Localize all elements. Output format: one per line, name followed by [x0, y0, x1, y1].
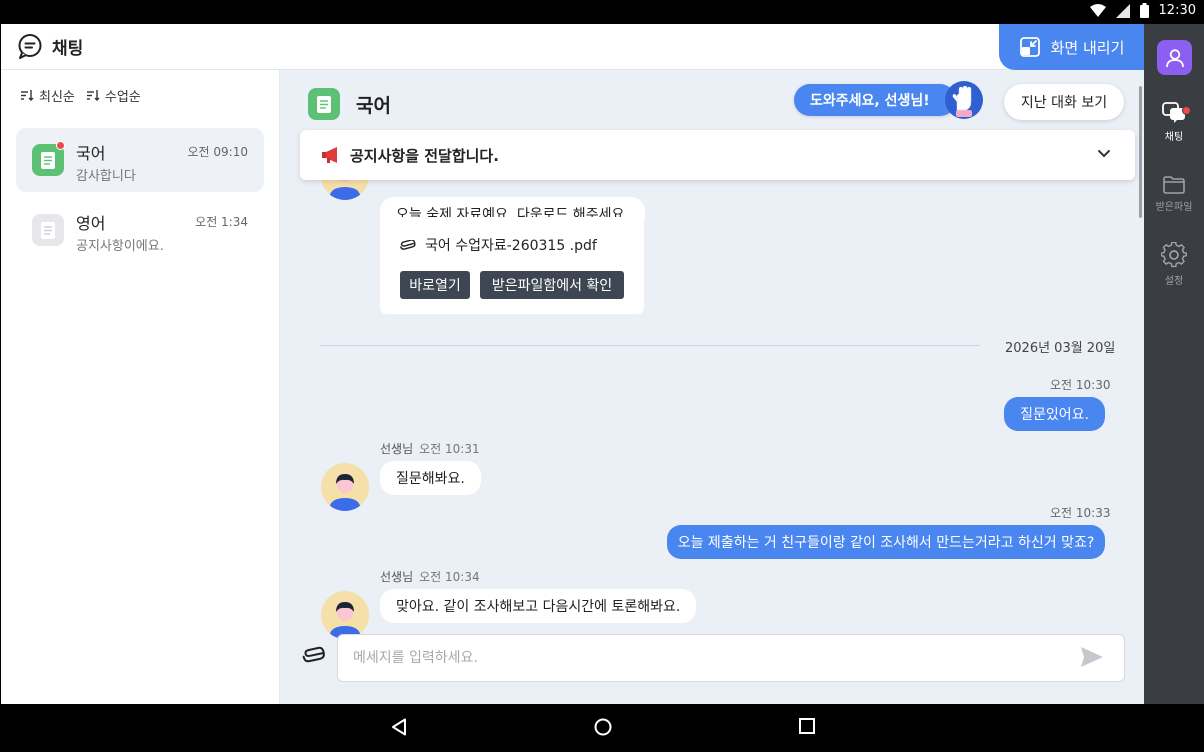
chat-bubble-icon [18, 34, 42, 59]
rail-item-chat[interactable]: 채팅 [1144, 102, 1204, 143]
page-title: 채팅 [52, 38, 84, 59]
date-label: 2026년 03월 20일 [1005, 341, 1116, 356]
minimize-screen-button[interactable]: 화면 내리기 [999, 24, 1144, 70]
minimize-window-icon [1019, 37, 1040, 57]
screen: 12:30 채팅 화면 내리기 최신순 수업순 국어 오전 09:10 감사합니… [0, 0, 1204, 752]
room-name: 국어 [76, 144, 106, 163]
room-time: 오전 1:34 [195, 215, 248, 229]
message-bubble: 질문해봐요. [380, 461, 481, 495]
room-last-message: 공지사항이에요. [76, 239, 164, 254]
room-list-pane: 최신순 수업순 국어 오전 09:10 감사합니다 영어 오전 1:34 공지사… [1, 70, 280, 704]
status-bar: 12:30 [0, 0, 1204, 24]
help-teacher-button[interactable]: 도와주세요, 선생님! [794, 84, 956, 116]
room-time: 오전 09:10 [187, 145, 248, 159]
message-bubble: 맞아요. 같이 조사해보고 다음시간에 토론해봐요. [380, 589, 697, 623]
folder-icon [1163, 176, 1185, 194]
minimize-label: 화면 내리기 [1050, 38, 1125, 57]
chevron-down-icon[interactable] [1097, 147, 1111, 161]
file-attachment-card: 국어 수업자료-260315 .pdf 바로열기 받은파일함에서 확인 [380, 217, 644, 314]
sort-icon [86, 90, 100, 101]
unread-badge [56, 141, 65, 150]
notice-text: 공지사항을 전달합니다. [350, 146, 499, 165]
sender-name: 선생님 [380, 442, 414, 456]
message-text: 질문해봐요. [396, 471, 465, 487]
open-file-label: 바로열기 [409, 278, 461, 294]
message-text: 맞아요. 같이 조사해보고 다음시간에 토론해봐요. [396, 599, 681, 615]
signal-icon [1115, 3, 1130, 18]
chat-room-header: 국어 [308, 88, 391, 120]
my-message-bubble: 오늘 제출하는 거 친구들이랑 같이 조사해서 만드는거라고 하신거 맞죠? [667, 525, 1105, 559]
view-in-inbox-button[interactable]: 받은파일함에서 확인 [480, 271, 624, 299]
date-divider [320, 345, 980, 346]
attach-file-button[interactable] [302, 646, 326, 664]
avatar [321, 463, 369, 511]
sort-by-class-label: 수업순 [104, 90, 141, 105]
view-history-button[interactable]: 지난 대화 보기 [1004, 84, 1124, 120]
scrollbar[interactable] [1139, 86, 1142, 218]
message-input[interactable] [337, 634, 1125, 682]
sort-latest-button[interactable]: 최신순 [21, 86, 75, 105]
rail-label: 받은파일 [1155, 202, 1193, 213]
rail-item-settings[interactable]: 설정 [1144, 242, 1204, 287]
battery-icon [1139, 3, 1149, 18]
status-time: 12:30 [1158, 3, 1196, 18]
chat-room-name: 국어 [356, 94, 391, 117]
sort-latest-label: 최신순 [39, 90, 75, 105]
gear-icon [1161, 242, 1187, 268]
rail-item-received-files[interactable]: 받은파일 [1144, 176, 1204, 213]
room-last-message: 감사합니다 [76, 169, 136, 184]
message-time: 오전 10:34 [419, 570, 480, 584]
message-text: 오늘 제출하는 거 친구들이랑 같이 조사해서 만드는거라고 하신거 맞죠? [677, 535, 1095, 551]
document-icon [308, 88, 340, 120]
help-label: 도와주세요, 선생님! [810, 93, 930, 109]
megaphone-icon [322, 147, 337, 163]
sender-name: 선생님 [380, 570, 414, 584]
file-name: 국어 수업자료-260315 .pdf [425, 238, 597, 254]
sort-options: 최신순 수업순 [21, 86, 141, 105]
open-file-button[interactable]: 바로열기 [400, 271, 470, 299]
raised-hand-icon[interactable] [944, 80, 984, 120]
room-name: 영어 [76, 214, 106, 233]
document-icon [32, 214, 64, 246]
side-rail: 채팅 받은파일 설정 [1144, 24, 1204, 704]
history-label: 지난 대화 보기 [1020, 95, 1108, 111]
user-icon [1165, 48, 1184, 67]
rail-label: 설정 [1164, 276, 1184, 287]
sort-by-class-button[interactable]: 수업순 [86, 86, 141, 105]
navigation-bar [0, 704, 1204, 752]
back-icon[interactable] [391, 718, 407, 736]
message-time: 오전 10:31 [419, 442, 480, 456]
paperclip-icon [400, 240, 416, 250]
rail-label: 채팅 [1164, 132, 1184, 143]
view-in-inbox-label: 받은파일함에서 확인 [491, 278, 613, 294]
room-item-english[interactable]: 영어 오전 1:34 공지사항이에요. [16, 198, 264, 262]
message-sender: 선생님 오전 10:31 [380, 440, 480, 457]
app-window: 채팅 화면 내리기 최신순 수업순 국어 오전 09:10 감사합니다 영어 오… [1, 24, 1204, 704]
sort-icon [21, 90, 34, 101]
message-text: 질문있어요. [1020, 407, 1089, 423]
recent-apps-icon[interactable] [799, 718, 815, 734]
message-input-row [280, 630, 1144, 704]
app-header: 채팅 화면 내리기 [1, 24, 1144, 70]
profile-button[interactable] [1157, 40, 1192, 75]
message-sender: 선생님 오전 10:34 [380, 568, 480, 585]
message-time: 오전 10:33 [1050, 506, 1111, 520]
message-time: 오전 10:30 [1050, 378, 1111, 392]
chat-area: 국어 도와주세요, 선생님! 지난 대화 보기 공지사항을 전달합니다. 오늘 … [280, 70, 1144, 704]
send-button[interactable] [1080, 646, 1104, 668]
my-message-bubble: 질문있어요. [1004, 397, 1105, 431]
notice-bar[interactable]: 공지사항을 전달합니다. [300, 130, 1135, 180]
room-item-korean[interactable]: 국어 오전 09:10 감사합니다 [16, 128, 264, 192]
wifi-icon [1089, 3, 1106, 17]
home-icon[interactable] [594, 718, 612, 736]
unread-badge [1182, 106, 1191, 115]
